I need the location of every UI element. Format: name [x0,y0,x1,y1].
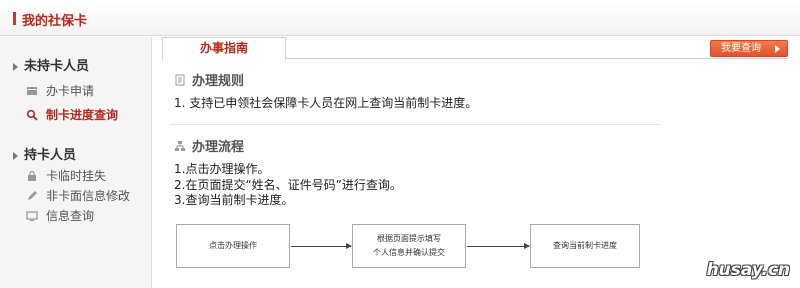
tab-bar: 办事指南 我要查询 [162,37,788,60]
section-divider [170,124,660,125]
rules-text: 1. 支持已申领社会保障卡人员在网上查询当前制卡进度。 [174,96,478,110]
tab-guide[interactable]: 办事指南 [162,37,286,60]
query-button[interactable]: 我要查询 [710,40,788,57]
page-title: 我的社保卡 [22,14,88,29]
sidebar-item-report-loss[interactable]: 卡临时挂失 [26,167,106,185]
flow-arrow [291,243,352,249]
flow-box-result: 查询当前制卡进度 [530,224,640,268]
title-accent-bar [13,12,16,25]
flow-box-start: 点击办理操作 [176,224,290,268]
rules-heading: 办理规则 [174,70,244,89]
document-icon [175,74,185,86]
watermark: husay.cn [706,260,790,280]
page-header: 我的社保卡 [0,0,800,36]
caret-right-icon [13,62,18,71]
sidebar-section-has-card: 持卡人员 [13,144,76,163]
sidebar-section-no-card: 未持卡人员 [13,55,89,74]
caret-right-icon [13,151,18,160]
process-heading: 办理流程 [174,136,244,155]
search-icon [26,109,38,121]
sidebar-item-info-query[interactable]: 信息查询 [26,207,94,225]
arrow-right-icon [775,45,780,53]
sidebar-item-apply-card[interactable]: 办卡申请 [26,82,94,100]
sidebar-item-edit-info[interactable]: 非卡面信息修改 [26,187,130,205]
flow-box-submit: 根据页面提示填写 个人信息并确认提交 [352,224,466,268]
flow-icon [175,141,185,151]
card-icon [27,87,37,95]
pencil-icon [28,191,37,200]
process-step-3: 3.查询当前制卡进度。 [174,193,294,207]
monitor-icon [26,211,38,221]
sidebar-item-progress-query[interactable]: 制卡进度查询 [26,106,118,124]
lock-icon [28,170,36,181]
sidebar: 未持卡人员 办卡申请 制卡进度查询 持卡人员 卡临时挂失 非卡面信息修改 信息查… [0,37,152,288]
process-step-1: 1.点击办理操作。 [174,162,270,176]
flow-arrow [467,243,530,249]
